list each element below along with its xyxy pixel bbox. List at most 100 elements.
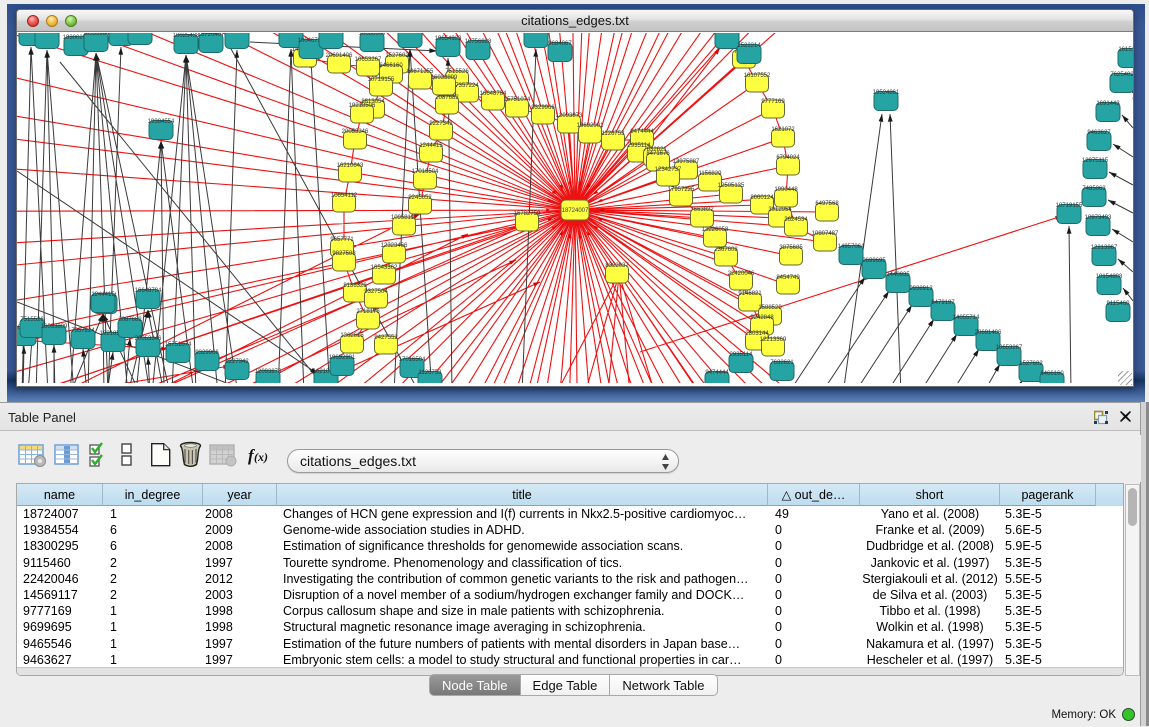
svg-text:19654923: 19654923 <box>435 36 462 42</box>
svg-text:3624534: 3624534 <box>784 217 808 223</box>
svg-text:14055714: 14055714 <box>953 315 980 321</box>
svg-text:6794024: 6794024 <box>776 155 800 161</box>
svg-text:1440935: 1440935 <box>886 272 910 278</box>
svg-text:13535984: 13535984 <box>83 33 110 37</box>
svg-text:1126753: 1126753 <box>419 370 443 376</box>
svg-text:22420046: 22420046 <box>728 271 755 277</box>
svg-text:12505135: 12505135 <box>718 183 745 189</box>
svg-text:3267110: 3267110 <box>36 33 60 34</box>
svg-text:9242848: 9242848 <box>750 315 774 321</box>
svg-text:1615132: 1615132 <box>1118 47 1133 53</box>
svg-text:3875685: 3875685 <box>779 245 803 251</box>
svg-text:16033809: 16033809 <box>41 324 68 330</box>
svg-text:1990448: 1990448 <box>774 187 798 193</box>
svg-text:7357224: 7357224 <box>71 328 95 334</box>
svg-text:10973493: 10973493 <box>1085 215 1112 221</box>
svg-text:2367608: 2367608 <box>714 247 738 253</box>
svg-text:10025438: 10025438 <box>173 33 200 39</box>
svg-text:2718176: 2718176 <box>356 309 380 315</box>
svg-text:(x): (x) <box>254 450 268 464</box>
svg-text:6497568: 6497568 <box>815 201 839 207</box>
svg-text:15720407: 15720407 <box>198 33 225 38</box>
svg-text:17016504: 17016504 <box>399 357 426 363</box>
svg-text:20053346: 20053346 <box>135 336 162 342</box>
svg-text:15751074: 15751074 <box>504 97 531 103</box>
svg-text:1527602: 1527602 <box>1019 361 1043 367</box>
svg-text:19218506: 19218506 <box>349 103 376 109</box>
svg-text:9329966: 9329966 <box>195 350 219 356</box>
svg-text:2522214: 2522214 <box>737 43 761 49</box>
svg-text:1588520: 1588520 <box>758 305 782 311</box>
svg-text:9463627: 9463627 <box>1087 130 1111 136</box>
svg-text:9684067: 9684067 <box>548 41 572 47</box>
svg-text:10120746: 10120746 <box>714 33 741 34</box>
svg-text:1621072: 1621072 <box>771 127 795 133</box>
svg-text:19524861: 19524861 <box>873 90 900 96</box>
svg-text:8471676: 8471676 <box>646 151 670 157</box>
svg-text:16033809: 16033809 <box>431 75 458 81</box>
svg-text:2935114: 2935114 <box>730 352 754 358</box>
svg-text:12323466: 12323466 <box>381 243 408 249</box>
svg-text:17957225: 17957225 <box>668 187 695 193</box>
svg-text:10154808: 10154808 <box>1096 274 1123 280</box>
svg-text:9938913: 9938913 <box>909 286 933 292</box>
svg-text:10719155: 10719155 <box>368 77 395 83</box>
svg-text:12213369: 12213369 <box>760 337 787 343</box>
svg-text:12093873: 12093873 <box>556 113 583 119</box>
svg-text:12213967: 12213967 <box>1091 245 1118 251</box>
svg-text:16543362: 16543362 <box>371 265 398 271</box>
svg-text:10756928: 10756928 <box>465 39 492 45</box>
svg-text:19166825: 19166825 <box>224 33 251 34</box>
svg-text:20053346: 20053346 <box>342 129 369 135</box>
svg-text:14957064: 14957064 <box>838 244 865 250</box>
svg-text:9115460: 9115460 <box>1107 301 1131 307</box>
svg-text:12975115: 12975115 <box>1082 158 1109 164</box>
svg-text:9474444: 9474444 <box>630 129 654 135</box>
svg-text:7632621: 7632621 <box>770 360 794 366</box>
svg-text:13226058: 13226058 <box>702 227 729 233</box>
svg-text:7625402: 7625402 <box>1110 72 1133 78</box>
svg-text:7485063: 7485063 <box>1082 186 1106 192</box>
svg-text:10807487: 10807487 <box>812 231 839 237</box>
svg-text:19384554: 19384554 <box>148 119 175 125</box>
svg-text:10958117: 10958117 <box>391 215 418 221</box>
svg-text:19692901: 19692901 <box>329 355 356 361</box>
svg-text:8454749: 8454749 <box>776 275 800 281</box>
svg-text:16648784: 16648784 <box>135 288 162 294</box>
svg-text:8660124: 8660124 <box>750 195 774 201</box>
svg-text:1126753: 1126753 <box>602 131 626 137</box>
svg-text:9699695: 9699695 <box>862 258 886 264</box>
svg-text:3912954: 3912954 <box>768 207 792 213</box>
svg-text:9327504: 9327504 <box>364 289 388 295</box>
svg-text:15751074: 15751074 <box>165 342 192 348</box>
svg-text:1244415: 1244415 <box>419 143 443 149</box>
svg-text:9227342: 9227342 <box>225 359 249 365</box>
svg-text:7663822: 7663822 <box>690 207 714 213</box>
svg-text:9427552: 9427552 <box>374 335 398 341</box>
svg-text:10654112: 10654112 <box>331 193 358 199</box>
svg-text:8322037: 8322037 <box>605 263 629 269</box>
svg-text:9146821: 9146821 <box>738 291 762 297</box>
svg-text:1527602: 1527602 <box>385 53 409 59</box>
svg-text:9777169: 9777169 <box>761 99 785 105</box>
svg-text:1244415: 1244415 <box>91 292 115 298</box>
svg-text:12093873: 12093873 <box>255 369 282 375</box>
svg-text:18724007: 18724007 <box>562 208 589 214</box>
svg-text:20691406: 20691406 <box>975 330 1002 336</box>
svg-text:19692901: 19692901 <box>577 123 604 129</box>
svg-text:10653267: 10653267 <box>996 345 1023 351</box>
svg-text:20691406: 20691406 <box>326 53 353 59</box>
svg-text:9827503: 9827503 <box>332 251 356 257</box>
svg-text:10688609: 10688609 <box>359 33 386 37</box>
svg-text:1156829: 1156829 <box>699 171 723 177</box>
svg-text:12342737: 12342737 <box>655 167 682 173</box>
svg-text:16782759: 16782759 <box>514 211 541 217</box>
svg-text:9329966: 9329966 <box>531 105 555 111</box>
svg-text:10719155: 10719155 <box>1056 203 1083 209</box>
svg-text:7515526: 7515526 <box>20 317 44 323</box>
svg-text:9227342: 9227342 <box>429 121 453 127</box>
svg-text:6466160: 6466160 <box>379 63 403 69</box>
svg-text:9245652: 9245652 <box>408 195 432 201</box>
svg-text:13975887: 13975887 <box>673 159 700 165</box>
svg-text:9657771: 9657771 <box>330 237 354 243</box>
